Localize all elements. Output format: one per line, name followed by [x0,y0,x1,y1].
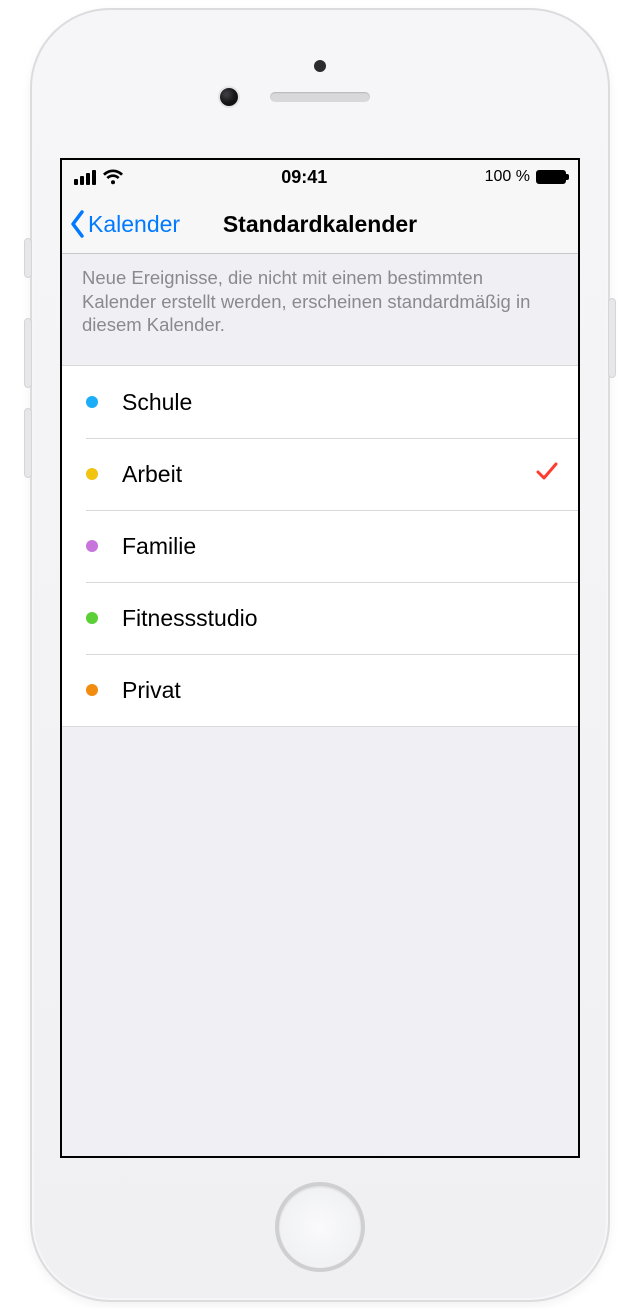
home-button[interactable] [275,1182,365,1272]
calendar-label: Arbeit [122,461,536,488]
status-bar: 09:41 100 % [62,160,578,194]
phone-frame: 09:41 100 % Kalender Standardkalender Ne… [30,8,610,1302]
status-time: 09:41 [281,167,327,188]
wifi-icon [102,169,124,185]
calendar-row[interactable]: Privat [62,654,578,726]
calendar-row[interactable]: Fitnessstudio [62,582,578,654]
chevron-left-icon [70,210,86,238]
back-label: Kalender [88,211,180,238]
calendar-label: Fitnessstudio [122,605,558,632]
navigation-bar: Kalender Standardkalender [62,194,578,254]
front-camera [220,88,238,106]
mute-switch [24,238,32,278]
calendar-label: Familie [122,533,558,560]
calendar-row[interactable]: Schule [62,366,578,438]
power-button [608,298,616,378]
calendar-color-dot [86,468,98,480]
speaker-grille [270,92,370,102]
calendar-color-dot [86,540,98,552]
calendar-label: Privat [122,677,558,704]
calendar-color-dot [86,396,98,408]
calendar-color-dot [86,684,98,696]
back-button[interactable]: Kalender [70,194,180,254]
volume-up [24,318,32,388]
calendar-color-dot [86,612,98,624]
calendar-row[interactable]: Familie [62,510,578,582]
calendar-label: Schule [122,389,558,416]
proximity-sensor [314,60,326,72]
cellular-signal-icon [74,170,96,185]
battery-icon [536,170,566,184]
phone-screen: 09:41 100 % Kalender Standardkalender Ne… [60,158,580,1158]
battery-percent: 100 % [485,168,530,186]
calendar-row[interactable]: Arbeit [62,438,578,510]
checkmark-icon [536,460,558,488]
volume-down [24,408,32,478]
section-description: Neue Ereignisse, die nicht mit einem bes… [62,254,578,365]
calendar-list: Schule Arbeit Familie Fitnessstudio Privat [62,365,578,727]
